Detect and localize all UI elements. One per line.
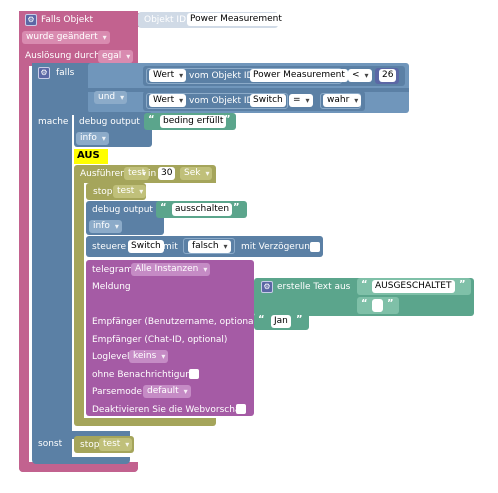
vom-objekt1-label: vom Objekt ID (189, 71, 254, 81)
telegram-label: telegram (92, 265, 133, 275)
sonst-label: sonst (38, 439, 63, 449)
else-stop-label: stop (80, 440, 100, 450)
open-quote-icon-5: “ (258, 314, 265, 325)
ausloesung-label: Auslösung durch (25, 51, 100, 61)
wert1-dropdown[interactable]: Wert (149, 69, 187, 82)
objekt2-field[interactable]: Switch (250, 94, 286, 107)
aus-highlight: AUS (74, 149, 108, 164)
vom-objekt2-label: vom Objekt ID (189, 96, 254, 106)
objekt1-field[interactable]: Power Measurement (250, 69, 348, 82)
telegram-instance-dropdown[interactable]: Alle Instanzen (131, 263, 211, 276)
close-quote-icon-2: ” (233, 202, 240, 213)
ausloesung-dropdown[interactable]: egal (98, 50, 134, 63)
steuere-label: steuere (92, 242, 127, 252)
steuere-object-field[interactable]: Switch (128, 240, 164, 253)
close-quote-icon-3: ” (459, 279, 466, 290)
empfaenger-label: Empfänger (Benutzername, optional) (92, 317, 260, 327)
bool2-dropdown[interactable]: wahr (323, 94, 362, 107)
meldung-label: Meldung (92, 282, 131, 292)
close-quote-icon-5: ” (296, 314, 303, 325)
preview-label: Deaktivieren Sie die Webvorschau (92, 405, 237, 415)
falls-label: falls (56, 68, 75, 78)
open-quote-icon-2: “ (160, 202, 167, 213)
text1-field[interactable]: AUSGESCHALTET (372, 280, 455, 293)
debug2-text-field[interactable]: ausschalten (172, 203, 233, 216)
stop-label: stop (93, 187, 113, 197)
close-quote-icon-4: ” (387, 298, 394, 309)
timer-in-label: in (148, 169, 157, 179)
mache-label: mache (38, 117, 69, 127)
steuere-value-dropdown[interactable]: falsch (188, 240, 231, 253)
timer-footer (74, 418, 216, 426)
op2-dropdown[interactable]: = (289, 94, 313, 107)
loglevel-dropdown[interactable]: keins (129, 350, 169, 363)
chat-id-label: Empfänger (Chat-ID, optional) (92, 335, 228, 345)
preview-checkbox[interactable] (236, 404, 246, 414)
if-gear-icon[interactable]: ⚙ (38, 67, 50, 79)
text-join-label: erstelle Text aus (277, 282, 351, 292)
else-stop-dropdown[interactable]: test (99, 438, 133, 451)
wert2-dropdown[interactable]: Wert (149, 94, 187, 107)
timer-name-dropdown[interactable]: test (124, 167, 150, 180)
trigger-gear-icon[interactable]: ⚙ (25, 14, 37, 26)
text-join-gear-icon[interactable]: ⚙ (261, 281, 273, 293)
steuere-mit-label: mit (163, 242, 178, 252)
trigger-title: Falls Objekt (41, 15, 93, 25)
silent-label: ohne Benachrichtigung (92, 370, 197, 380)
loglevel-label: Loglevel (92, 352, 130, 362)
parsemode-label: Parsemode (92, 387, 142, 397)
steuere-delay-label: mit Verzögerung (241, 242, 316, 252)
objekt-id-label: Objekt ID (144, 15, 187, 25)
changed-dropdown[interactable]: wurde geändert (22, 31, 110, 44)
timer-label: Ausführen (80, 169, 126, 179)
debug1-text-field[interactable]: beding erfüllt (160, 115, 227, 128)
close-quote-icon: ” (224, 114, 231, 125)
steuere-delay-checkbox[interactable] (310, 242, 320, 252)
number1-field[interactable]: 26 (379, 69, 397, 82)
debug2-level-dropdown[interactable]: info (89, 220, 122, 233)
timer-value-field[interactable]: 30 (158, 167, 176, 180)
silent-checkbox[interactable] (189, 369, 199, 379)
debug2-label: debug output (92, 205, 153, 215)
debug1-label: debug output (79, 117, 140, 127)
und-dropdown[interactable]: und (94, 91, 128, 104)
text2-field[interactable] (372, 299, 383, 312)
debug1-level-dropdown[interactable]: info (76, 132, 109, 145)
op1-dropdown[interactable]: < (348, 69, 372, 82)
stop-name-dropdown[interactable]: test (113, 185, 147, 198)
objekt-id-field[interactable]: Power Measurement (187, 13, 285, 26)
open-quote-icon: “ (148, 114, 155, 125)
empfaenger-field[interactable]: Jan (271, 315, 291, 328)
open-quote-icon-4: “ (361, 298, 368, 309)
parsemode-dropdown[interactable]: default (143, 385, 191, 398)
open-quote-icon-3: “ (361, 279, 368, 290)
timer-unit-dropdown[interactable]: Sek (180, 167, 213, 180)
